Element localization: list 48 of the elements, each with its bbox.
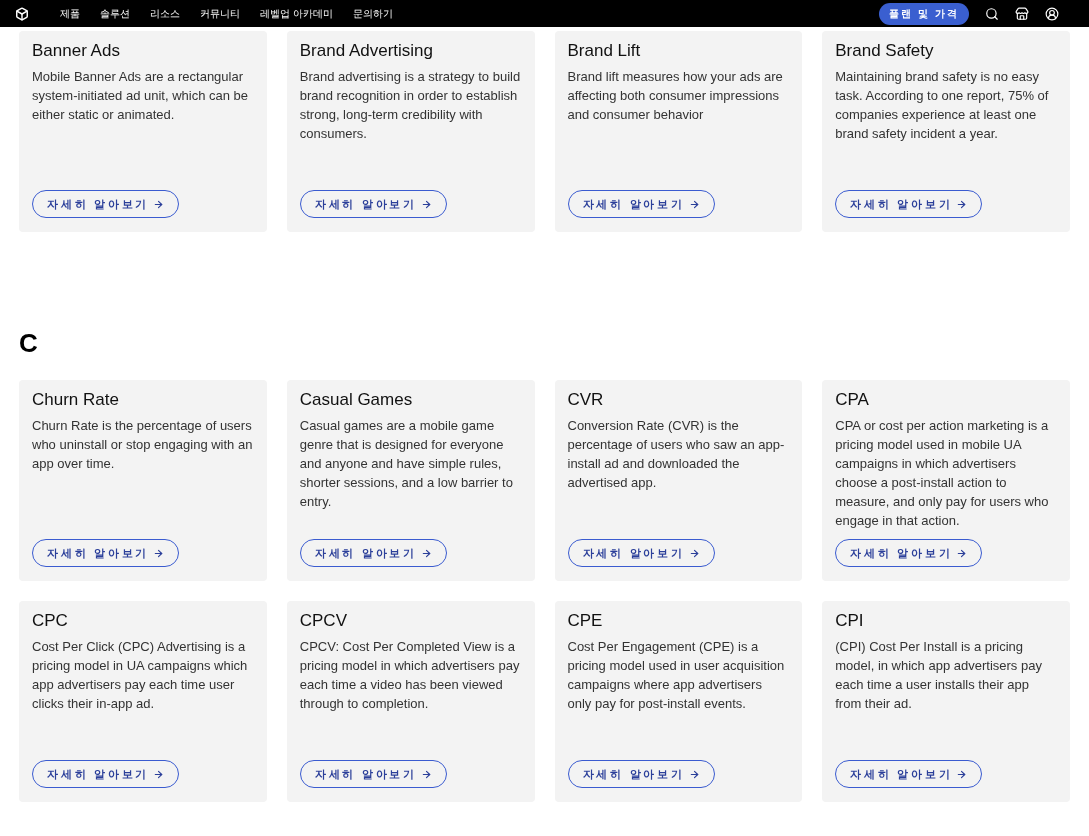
nav-link[interactable]: 문의하기 [352, 6, 393, 21]
arrow-icon [956, 768, 968, 780]
card-title: Banner Ads [32, 40, 121, 62]
card-title: CPI [835, 610, 865, 632]
card-description: Cost Per Engagement (CPE) is a pricing model used in user acquisition campaigns where app advertisers only pay for post-install events. [567, 638, 786, 713]
card-description: Churn Rate is the percentage of users who uninstall or stop engaging with an app over time. [32, 417, 254, 473]
card-title: Brand Advertising [299, 40, 434, 62]
card-description: CPCV: Cost Per Completed View is a pricing model in which advertisers pay each time a video has been viewed through to completion. [299, 638, 521, 713]
card-title: Casual Games [299, 389, 414, 411]
user-icon[interactable] [1045, 6, 1059, 21]
card-description: Brand advertising is a strategy to build brand recognition in order to establish strong, long-term credibility with consumers. [299, 68, 522, 143]
nav-link[interactable]: 커뮤니티 [200, 6, 240, 21]
arrow-icon [420, 198, 432, 210]
arrow-icon [153, 768, 165, 780]
card-description: Cost Per Click (CPC) Advertising is a pricing model in UA campaigns which app advertisers pay each time user clicks their in-app ad. [32, 638, 249, 713]
arrow-icon [688, 198, 700, 210]
card-title: CPCV [299, 610, 348, 632]
arrow-icon [956, 198, 968, 210]
arrow-icon [688, 547, 700, 559]
card-description: Maintaining brand safety is no easy task. According to one report, 75% of companies experience at least one brand safety incident a year. [835, 68, 1050, 143]
section-heading: C [19, 327, 39, 359]
card-description: Brand lift measures how your ads are affecting both consumer impressions and consumer behavior [567, 68, 784, 124]
pricing-button[interactable]: 플랜 및 가격 [879, 2, 969, 25]
logo-icon[interactable] [15, 6, 29, 21]
arrow-icon [153, 198, 165, 210]
arrow-icon [956, 547, 968, 559]
card-description: Conversion Rate (CVR) is the percentage of users who saw an app-install ad and downloaded the advertised app. [567, 417, 786, 492]
card-title: Brand Safety [835, 40, 935, 62]
arrow-icon [688, 768, 700, 780]
nav-link[interactable]: 레벨업 아카데미 [260, 6, 333, 21]
search-icon[interactable] [985, 6, 999, 21]
arrow-icon [153, 547, 165, 559]
card-description: Mobile Banner Ads are a rectangular system-initiated ad unit, which can be either static or animated. [32, 68, 250, 124]
card-description: Casual games are a mobile game genre that is designed for everyone and anyone and have simple rules, shorter sessions, and a low barrier to entry. [299, 417, 514, 511]
nav-link[interactable]: 리소스 [150, 6, 180, 21]
card-title: CPC [32, 610, 69, 632]
card-description: CPA or cost per action marketing is a pricing model used in mobile UA campaigns in which advertisers choose a post-install action to measure, and only pay for users who engage in that action. [835, 417, 1050, 530]
arrow-icon [420, 768, 432, 780]
nav-link[interactable]: 제품 [60, 6, 80, 21]
nav-link[interactable]: 솔루션 [100, 6, 130, 21]
store-icon[interactable] [1015, 6, 1029, 21]
card-title: Brand Lift [567, 40, 642, 62]
card-title: Churn Rate [32, 389, 120, 411]
card-description: (CPI) Cost Per Install is a pricing model, in which app advertisers pay each time a user installs their app from their ad. [835, 638, 1043, 713]
card-title: CPE [567, 610, 604, 632]
card-title: CVR [567, 389, 605, 411]
card-title: CPA [835, 389, 870, 411]
arrow-icon [420, 547, 432, 559]
